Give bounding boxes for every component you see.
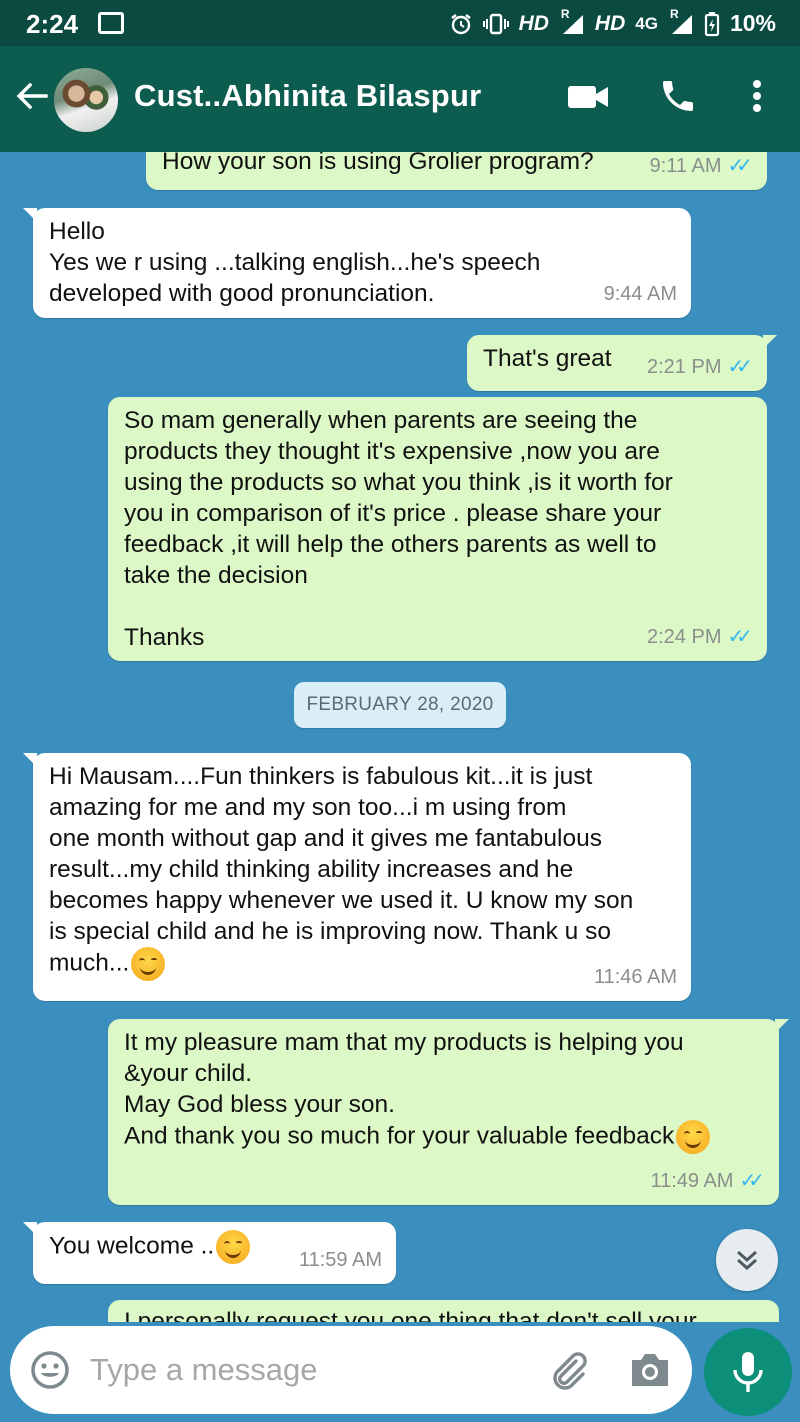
message-input[interactable] [90,1348,510,1392]
contact-name[interactable]: Cust..Abhinita Bilaspur [134,78,481,114]
alarm-icon [450,13,471,34]
chat-header: Cust..Abhinita Bilaspur [0,46,800,152]
read-ticks-icon: ✓✓ [727,155,752,177]
message-text: You welcome .. [49,1232,215,1260]
message-time: 11:59 AM [298,1249,382,1271]
message-text: It my pleasure mam that my products is h… [124,1029,684,1150]
chat-area[interactable]: How your son is using Grolier program? 9… [0,152,800,1322]
message-outgoing[interactable]: That's great 2:21 PM ✓✓ [467,335,777,391]
message-incoming[interactable]: You welcome .. 11:59 AM [23,1222,396,1284]
message-composer [10,1326,692,1414]
message-time: 11:46 AM [593,966,677,988]
video-call-icon [568,86,608,108]
scroll-to-bottom-button[interactable] [716,1229,778,1291]
bubble-tail [775,1300,779,1314]
message-text: I personally request you one thing that … [124,1308,697,1322]
smiling-face-emoji-icon [216,1230,251,1264]
message-meta: 11:46 AM [594,962,677,993]
read-ticks-icon: ✓✓ [727,356,752,378]
network-type-label: 4G [635,13,658,33]
smiling-face-emoji-icon [131,947,166,981]
message-text: So mam generally when parents are seeing… [124,407,673,651]
message-text: That's great [483,345,612,372]
message-time: 2:21 PM [647,356,722,378]
message-meta: 2:24 PM ✓✓ [647,622,753,653]
message-outgoing-partial[interactable]: I personally request you one thing that … [108,1300,779,1322]
message-text: Hello Yes we r using ...talking english.… [49,218,541,307]
message-meta: 11:59 AM [299,1245,382,1276]
contact-avatar[interactable] [52,66,120,134]
message-outgoing[interactable]: How your son is using Grolier program? 9… [146,152,767,190]
emoji-button[interactable] [28,1348,72,1392]
message-meta: 2:21 PM ✓✓ [647,352,753,383]
message-time: 11:49 AM [650,1170,734,1192]
emoji-icon [31,1351,69,1389]
back-arrow-icon [16,82,48,110]
vibrate-icon [482,13,509,34]
bubble-tail [23,208,37,222]
battery-percent: 10% [729,10,776,36]
status-time: 2:24 [26,9,79,39]
bubble-tail [23,753,37,767]
read-ticks-icon: ✓✓ [727,626,752,648]
camera-icon [632,1354,668,1386]
message-incoming[interactable]: Hello Yes we r using ...talking english.… [23,208,691,318]
message-outgoing[interactable]: It my pleasure mam that my products is h… [108,1019,789,1205]
network-label-2: HD [594,11,626,35]
mic-icon [733,1352,763,1392]
bubble-tail [23,1222,37,1236]
status-bar: 2:24 HD R HD 4G R 10% [0,0,800,46]
video-call-button[interactable] [566,80,610,114]
message-time: 2:24 PM [647,626,722,648]
bubble-tail [763,335,777,349]
attach-icon [553,1352,587,1390]
message-time: 9:44 AM [603,283,677,305]
message-text: How your son is using Grolier program? [162,152,594,175]
status-icons: HD R HD 4G R 10% [449,7,776,37]
message-meta: 9:11 AM ✓✓ [650,152,753,182]
message-meta: 11:49 AM ✓✓ [650,1166,765,1197]
camera-button[interactable] [628,1350,672,1390]
double-chevron-down-icon [737,1250,757,1271]
message-meta: 9:44 AM [604,279,677,310]
message-outgoing[interactable]: So mam generally when parents are seeing… [108,397,767,661]
back-button[interactable] [14,78,50,114]
date-divider: FEBRUARY 28, 2020 [294,682,506,728]
message-time: 9:11 AM [649,155,722,177]
phone-icon [663,81,693,111]
attach-button[interactable] [546,1348,590,1392]
bubble-tail [775,1019,789,1033]
voice-message-button[interactable] [704,1328,792,1416]
more-options-button[interactable] [742,76,772,116]
message-text: Hi Mausam....Fun thinkers is fabulous ki… [49,763,634,977]
battery-charging-icon [704,11,720,36]
signal-icon-1: R [559,7,585,35]
network-label-1: HD [518,11,549,35]
more-vert-icon [753,80,761,112]
smiling-face-emoji-icon [676,1120,711,1154]
message-incoming[interactable]: Hi Mausam....Fun thinkers is fabulous ki… [23,753,691,1001]
gallery-notification-icon [98,12,124,34]
signal-icon-2: R [668,7,694,35]
voice-call-button[interactable] [658,76,698,116]
read-ticks-icon: ✓✓ [739,1170,764,1192]
